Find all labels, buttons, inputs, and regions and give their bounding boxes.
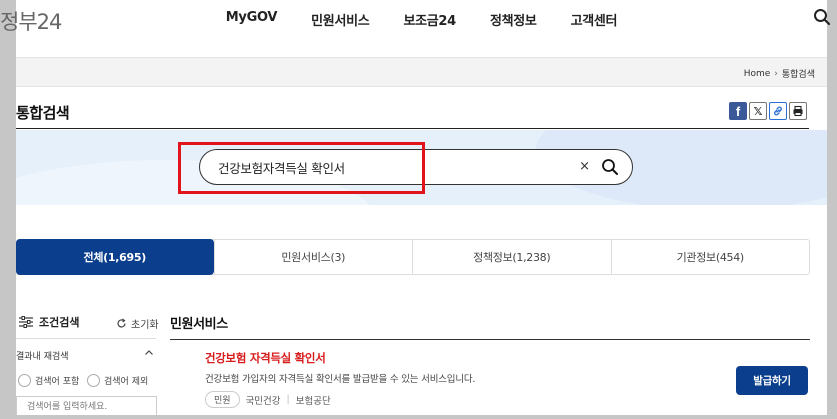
title-divider [16, 128, 809, 129]
filter-divider [16, 338, 156, 339]
include-label: 검색어 포함 [35, 377, 80, 387]
tab-all[interactable]: 전체(1,695) [16, 239, 214, 275]
result-description: 건강보험 가입자의 자격득실 확인서를 발급받을 수 있는 서비스입니다. [205, 374, 476, 385]
gnb-item-subsidy24[interactable]: 보조금24 [386, 0, 472, 38]
result-agency: 국민건강 [245, 395, 281, 407]
exclude-keyword-option[interactable]: 검색어 제외 [87, 374, 148, 387]
meta-separator: | [286, 394, 290, 405]
reset-button[interactable]: 초기화 [116, 316, 159, 331]
re-search-input[interactable] [16, 396, 157, 415]
exclude-label: 검색어 제외 [104, 377, 149, 387]
issue-button[interactable]: 발급하기 [736, 366, 808, 395]
print-icon[interactable] [789, 102, 807, 120]
refresh-icon [117, 318, 126, 328]
background-left [0, 0, 16, 419]
result-tabs: 전체(1,695) 민원서비스(3) 정책정보(1,238) 기관정보(454) [16, 239, 810, 275]
gnb-item-civil-service[interactable]: 민원서비스 [294, 0, 386, 38]
re-search-label: 결과내 재검색 [16, 352, 69, 362]
include-radio[interactable] [18, 374, 31, 387]
tab-civil-service[interactable]: 민원서비스(3) [213, 240, 413, 274]
background-bottom [0, 415, 837, 419]
breadcrumb-current: 통합검색 [781, 70, 815, 80]
include-keyword-option[interactable]: 검색어 포함 [18, 374, 79, 387]
section-title: 민원서비스 [170, 317, 228, 332]
tab-policy-info[interactable]: 정책정보(1,238) [412, 240, 611, 274]
share-toolbar: f 𝕏 [729, 102, 807, 120]
logo-text: 정부 [0, 10, 38, 34]
filter-title: 조건검색 [39, 316, 80, 329]
page-frame: MyGOV 민원서비스 보조금24 정책정보 고객센터 Home › 통합검색 … [16, 0, 827, 415]
gnb-item-customer-center[interactable]: 고객센터 [554, 0, 635, 38]
background-right [827, 0, 837, 419]
reset-label: 초기화 [131, 320, 159, 331]
breadcrumb-separator: › [774, 68, 778, 79]
breadcrumb-band: Home › 통합검색 [16, 57, 827, 87]
gnb-item-policy-info[interactable]: 정책정보 [473, 0, 554, 38]
search-icon[interactable] [601, 158, 619, 176]
site-logo[interactable]: 정부24 [0, 6, 63, 36]
result-meta: 민원 국민건강 | 보험공단 [205, 391, 331, 408]
filter-sliders-icon [19, 316, 33, 328]
global-nav: MyGOV 민원서비스 보조금24 정책정보 고객센터 [16, 0, 827, 38]
x-icon[interactable]: 𝕏 [749, 102, 767, 120]
link-icon[interactable] [769, 102, 787, 120]
exclude-radio[interactable] [87, 374, 100, 387]
facebook-icon[interactable]: f [729, 102, 747, 120]
logo-number: 24 [36, 10, 63, 34]
clear-icon[interactable]: × [579, 159, 590, 174]
breadcrumb-home[interactable]: Home [744, 69, 771, 79]
result-title-link[interactable]: 건강보험 자격득실 확인서 [205, 350, 326, 366]
breadcrumb: Home › 통합검색 [744, 67, 815, 81]
filter-header: 조건검색 [19, 314, 79, 330]
search-icon[interactable] [813, 8, 831, 26]
highlight-box [178, 142, 425, 194]
tab-agency-info[interactable]: 기관정보(454) [610, 240, 810, 274]
result-agency-suffix: 보험공단 [295, 395, 331, 407]
page-title: 통합검색 [16, 104, 70, 122]
gnb-item-mygov[interactable]: MyGOV [209, 0, 294, 38]
chevron-up-icon[interactable] [144, 348, 154, 358]
section-divider [170, 339, 810, 340]
result-tag: 민원 [205, 391, 240, 408]
